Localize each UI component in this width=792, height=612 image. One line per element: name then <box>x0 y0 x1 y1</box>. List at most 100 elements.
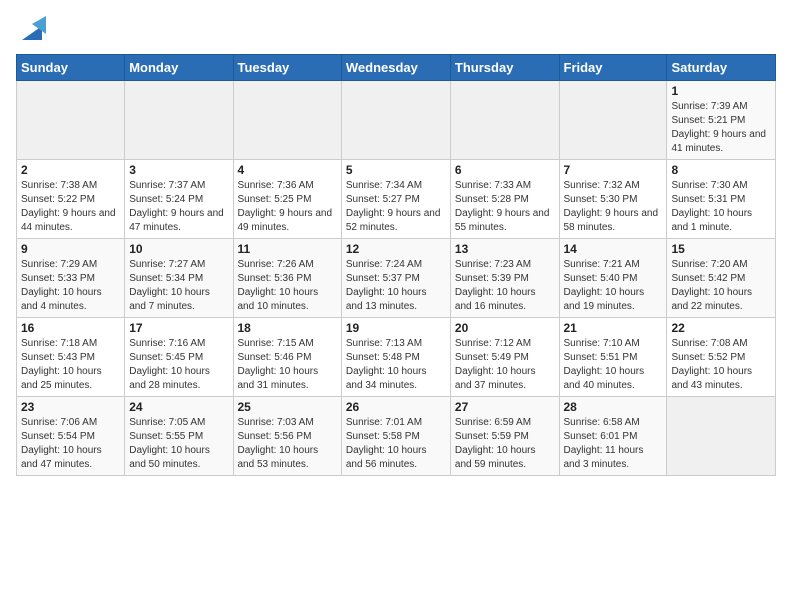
day-number: 18 <box>238 321 337 335</box>
day-number: 10 <box>129 242 228 256</box>
day-number: 17 <box>129 321 228 335</box>
day-info: Sunrise: 7:16 AM Sunset: 5:45 PM Dayligh… <box>129 337 228 393</box>
day-number: 19 <box>346 321 446 335</box>
calendar-day-cell: 16 Sunrise: 7:18 AM Sunset: 5:43 PM Dayli… <box>17 318 125 397</box>
calendar-day-cell: 25 Sunrise: 7:03 AM Sunset: 5:56 PM Dayli… <box>233 397 341 476</box>
calendar-day-cell: 11 Sunrise: 7:26 AM Sunset: 5:36 PM Dayli… <box>233 239 341 318</box>
day-info: Sunrise: 7:34 AM Sunset: 5:27 PM Dayligh… <box>346 179 446 235</box>
day-number: 8 <box>671 163 771 177</box>
calendar-day-cell: 1Sunrise: 7:39 AM Sunset: 5:21 PM Daylig… <box>667 81 776 160</box>
calendar-week-row: 16 Sunrise: 7:18 AM Sunset: 5:43 PM Dayli… <box>17 318 776 397</box>
calendar-day-cell <box>17 81 125 160</box>
day-number: 15 <box>671 242 771 256</box>
calendar-day-cell: 5 Sunrise: 7:34 AM Sunset: 5:27 PM Daylig… <box>341 160 450 239</box>
calendar-day-cell: 22Sunrise: 7:08 AM Sunset: 5:52 PM Dayli… <box>667 318 776 397</box>
calendar-day-cell <box>233 81 341 160</box>
day-number: 27 <box>455 400 555 414</box>
day-info: Sunrise: 7:18 AM Sunset: 5:43 PM Dayligh… <box>21 337 120 393</box>
calendar-header-row: SundayMondayTuesdayWednesdayThursdayFrid… <box>17 55 776 81</box>
day-number: 23 <box>21 400 120 414</box>
calendar-day-cell <box>125 81 233 160</box>
day-number: 20 <box>455 321 555 335</box>
day-info: Sunrise: 7:21 AM Sunset: 5:40 PM Dayligh… <box>564 258 663 314</box>
page: SundayMondayTuesdayWednesdayThursdayFrid… <box>0 0 792 486</box>
calendar-week-row: 9 Sunrise: 7:29 AM Sunset: 5:33 PM Daylig… <box>17 239 776 318</box>
calendar-day-cell <box>341 81 450 160</box>
day-number: 6 <box>455 163 555 177</box>
day-number: 14 <box>564 242 663 256</box>
day-info: Sunrise: 7:06 AM Sunset: 5:54 PM Dayligh… <box>21 416 120 472</box>
calendar-day-cell: 23 Sunrise: 7:06 AM Sunset: 5:54 PM Dayli… <box>17 397 125 476</box>
day-number: 21 <box>564 321 663 335</box>
calendar-day-cell: 17 Sunrise: 7:16 AM Sunset: 5:45 PM Dayli… <box>125 318 233 397</box>
logo-icon <box>18 16 46 44</box>
calendar-day-cell: 28Sunrise: 6:58 AM Sunset: 6:01 PM Dayli… <box>559 397 667 476</box>
day-number: 9 <box>21 242 120 256</box>
calendar-day-header: Saturday <box>667 55 776 81</box>
day-info: Sunrise: 7:27 AM Sunset: 5:34 PM Dayligh… <box>129 258 228 314</box>
day-number: 26 <box>346 400 446 414</box>
calendar-day-cell <box>559 81 667 160</box>
day-info: Sunrise: 7:32 AM Sunset: 5:30 PM Dayligh… <box>564 179 663 235</box>
day-info: Sunrise: 7:37 AM Sunset: 5:24 PM Dayligh… <box>129 179 228 235</box>
day-info: Sunrise: 7:10 AM Sunset: 5:51 PM Dayligh… <box>564 337 663 393</box>
day-number: 25 <box>238 400 337 414</box>
day-info: Sunrise: 7:36 AM Sunset: 5:25 PM Dayligh… <box>238 179 337 235</box>
calendar-day-cell: 21 Sunrise: 7:10 AM Sunset: 5:51 PM Dayli… <box>559 318 667 397</box>
calendar-day-cell: 8 Sunrise: 7:30 AM Sunset: 5:31 PM Daylig… <box>667 160 776 239</box>
calendar-day-cell: 9 Sunrise: 7:29 AM Sunset: 5:33 PM Daylig… <box>17 239 125 318</box>
day-number: 7 <box>564 163 663 177</box>
day-number: 3 <box>129 163 228 177</box>
day-info: Sunrise: 7:29 AM Sunset: 5:33 PM Dayligh… <box>21 258 120 314</box>
calendar-day-cell: 18 Sunrise: 7:15 AM Sunset: 5:46 PM Dayli… <box>233 318 341 397</box>
calendar-day-cell: 2 Sunrise: 7:38 AM Sunset: 5:22 PM Daylig… <box>17 160 125 239</box>
calendar-day-cell: 12Sunrise: 7:24 AM Sunset: 5:37 PM Dayli… <box>341 239 450 318</box>
logo <box>16 16 46 44</box>
day-info: Sunrise: 7:05 AM Sunset: 5:55 PM Dayligh… <box>129 416 228 472</box>
day-info: Sunrise: 7:03 AM Sunset: 5:56 PM Dayligh… <box>238 416 337 472</box>
day-number: 24 <box>129 400 228 414</box>
calendar-day-header: Wednesday <box>341 55 450 81</box>
day-info: Sunrise: 7:33 AM Sunset: 5:28 PM Dayligh… <box>455 179 555 235</box>
calendar-day-cell: 7 Sunrise: 7:32 AM Sunset: 5:30 PM Daylig… <box>559 160 667 239</box>
day-info: Sunrise: 7:08 AM Sunset: 5:52 PM Dayligh… <box>671 337 771 393</box>
calendar-day-cell: 19 Sunrise: 7:13 AM Sunset: 5:48 PM Dayli… <box>341 318 450 397</box>
calendar-day-cell: 26 Sunrise: 7:01 AM Sunset: 5:58 PM Dayli… <box>341 397 450 476</box>
calendar-week-row: 2 Sunrise: 7:38 AM Sunset: 5:22 PM Daylig… <box>17 160 776 239</box>
calendar-day-cell: 20 Sunrise: 7:12 AM Sunset: 5:49 PM Dayli… <box>450 318 559 397</box>
calendar-day-header: Tuesday <box>233 55 341 81</box>
calendar-day-cell <box>450 81 559 160</box>
calendar-day-cell: 4 Sunrise: 7:36 AM Sunset: 5:25 PM Daylig… <box>233 160 341 239</box>
calendar-day-header: Friday <box>559 55 667 81</box>
day-number: 4 <box>238 163 337 177</box>
day-number: 5 <box>346 163 446 177</box>
day-number: 28 <box>564 400 663 414</box>
day-number: 11 <box>238 242 337 256</box>
calendar-day-cell: 6 Sunrise: 7:33 AM Sunset: 5:28 PM Daylig… <box>450 160 559 239</box>
day-info: Sunrise: 7:15 AM Sunset: 5:46 PM Dayligh… <box>238 337 337 393</box>
calendar-day-cell: 13Sunrise: 7:23 AM Sunset: 5:39 PM Dayli… <box>450 239 559 318</box>
calendar-day-cell <box>667 397 776 476</box>
calendar-day-cell: 10 Sunrise: 7:27 AM Sunset: 5:34 PM Dayli… <box>125 239 233 318</box>
day-info: Sunrise: 7:38 AM Sunset: 5:22 PM Dayligh… <box>21 179 120 235</box>
day-info: Sunrise: 7:24 AM Sunset: 5:37 PM Dayligh… <box>346 258 446 314</box>
calendar-week-row: 23 Sunrise: 7:06 AM Sunset: 5:54 PM Dayli… <box>17 397 776 476</box>
calendar-day-header: Monday <box>125 55 233 81</box>
day-info: Sunrise: 7:01 AM Sunset: 5:58 PM Dayligh… <box>346 416 446 472</box>
calendar-day-header: Thursday <box>450 55 559 81</box>
calendar: SundayMondayTuesdayWednesdayThursdayFrid… <box>16 54 776 476</box>
day-info: Sunrise: 7:20 AM Sunset: 5:42 PM Dayligh… <box>671 258 771 314</box>
day-number: 16 <box>21 321 120 335</box>
calendar-day-cell: 27 Sunrise: 6:59 AM Sunset: 5:59 PM Dayli… <box>450 397 559 476</box>
day-info: Sunrise: 7:12 AM Sunset: 5:49 PM Dayligh… <box>455 337 555 393</box>
calendar-day-cell: 3 Sunrise: 7:37 AM Sunset: 5:24 PM Daylig… <box>125 160 233 239</box>
header <box>16 16 776 44</box>
day-number: 2 <box>21 163 120 177</box>
day-info: Sunrise: 7:39 AM Sunset: 5:21 PM Dayligh… <box>671 100 771 156</box>
day-info: Sunrise: 7:30 AM Sunset: 5:31 PM Dayligh… <box>671 179 771 235</box>
day-info: Sunrise: 6:59 AM Sunset: 5:59 PM Dayligh… <box>455 416 555 472</box>
day-info: Sunrise: 7:26 AM Sunset: 5:36 PM Dayligh… <box>238 258 337 314</box>
calendar-week-row: 1Sunrise: 7:39 AM Sunset: 5:21 PM Daylig… <box>17 81 776 160</box>
day-info: Sunrise: 7:23 AM Sunset: 5:39 PM Dayligh… <box>455 258 555 314</box>
day-info: Sunrise: 7:13 AM Sunset: 5:48 PM Dayligh… <box>346 337 446 393</box>
